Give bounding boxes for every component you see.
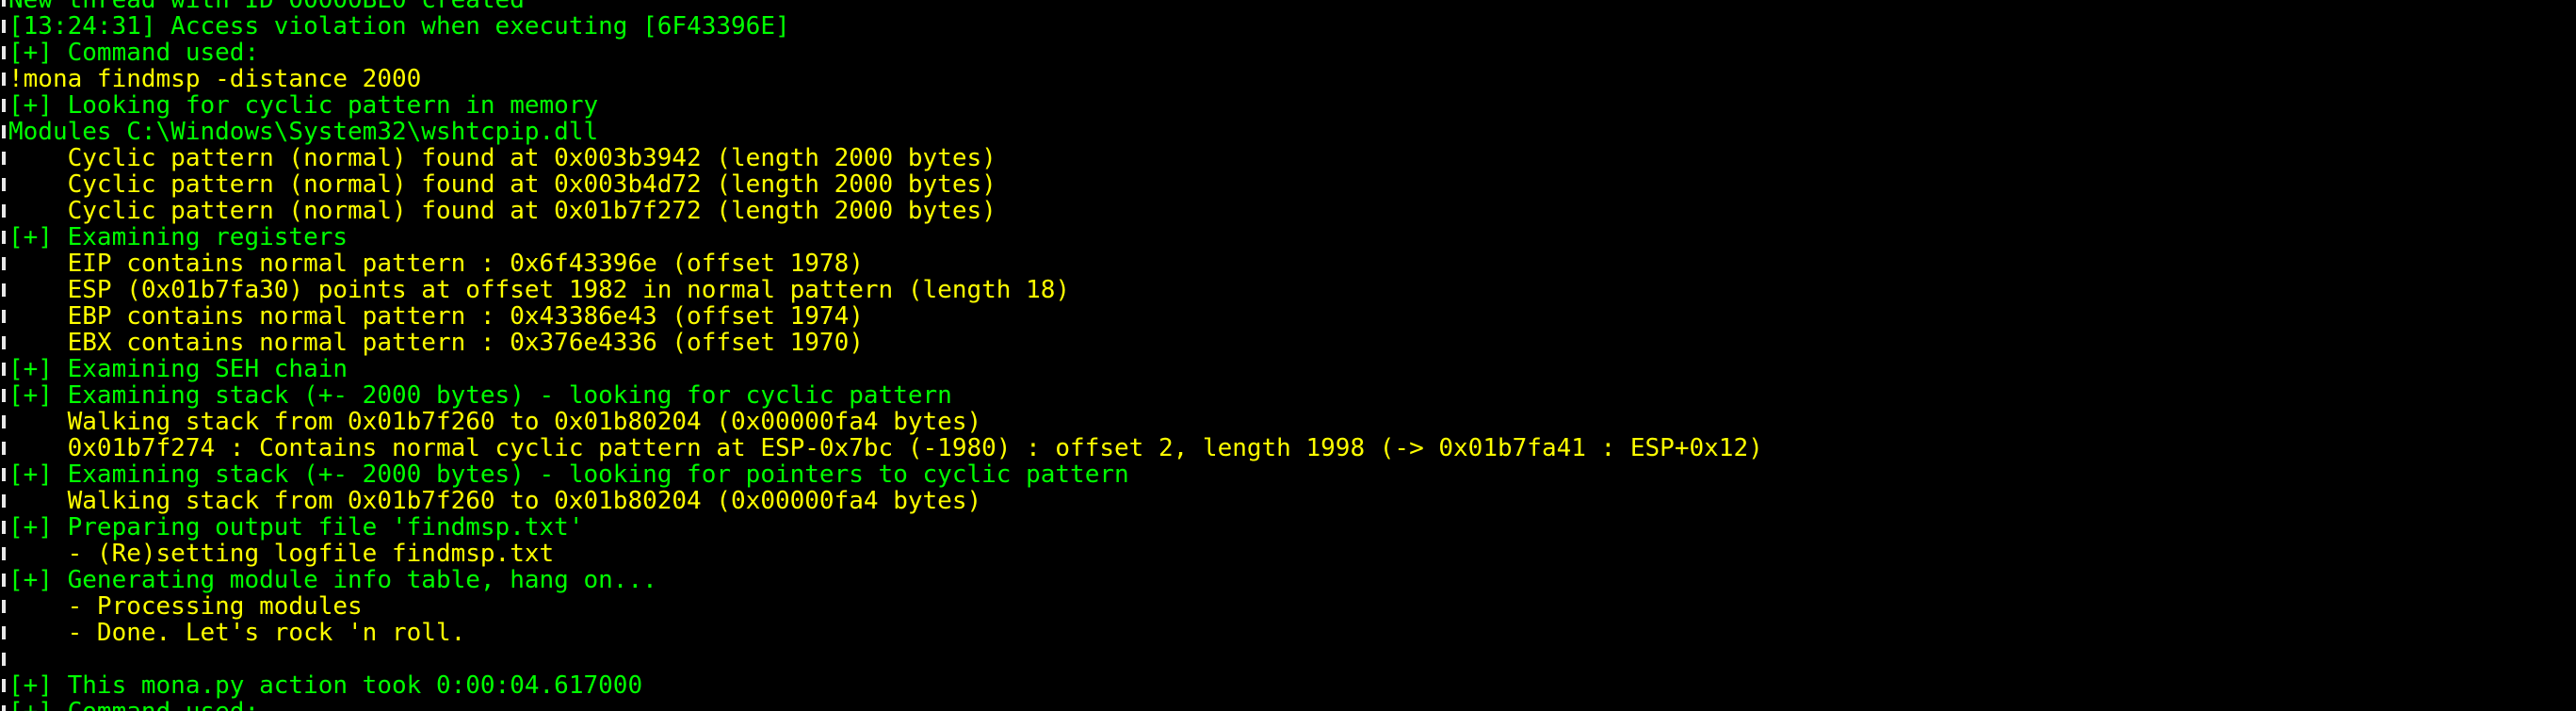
line-marker: [2, 231, 6, 244]
line-marker: [2, 99, 6, 112]
log-output[interactable]: New thread with ID 00000BE0 created [13:2…: [8, 0, 1763, 711]
line-marker: [2, 73, 6, 86]
line-marker: [2, 574, 6, 587]
line-marker: [2, 415, 6, 428]
log-line: [+] Examining registers: [8, 223, 348, 251]
line-marker: [2, 547, 6, 560]
log-line: Walking stack from 0x01b7f260 to 0x01b80…: [8, 487, 982, 515]
line-marker: [2, 442, 6, 455]
log-line: [8, 646, 1763, 672]
line-marker: [2, 125, 6, 138]
log-line: - Processing modules: [8, 592, 363, 621]
line-marker: [2, 494, 6, 508]
line-marker: [2, 521, 6, 534]
log-line: EBX contains normal pattern : 0x376e4336…: [8, 329, 864, 357]
line-marker: [2, 204, 6, 218]
log-line: [+] This mona.py action took 0:00:04.617…: [8, 671, 643, 700]
line-marker: [2, 310, 6, 323]
line-marker: [2, 468, 6, 481]
log-line: New thread with ID 00000BE0 created: [8, 0, 525, 14]
log-line: Cyclic pattern (normal) found at 0x003b3…: [8, 144, 996, 172]
log-line: [+] Examining stack (+- 2000 bytes) - lo…: [8, 461, 1129, 489]
log-line: ESP (0x01b7fa30) points at offset 1982 i…: [8, 276, 1071, 304]
line-marker: [2, 336, 6, 349]
log-line: Walking stack from 0x01b7f260 to 0x01b80…: [8, 408, 982, 436]
line-marker: [2, 0, 6, 7]
log-line: [+] Looking for cyclic pattern in memory: [8, 91, 599, 120]
log-line: [+] Command used:: [8, 699, 1763, 711]
log-line: !mona findmsp -distance 2000: [8, 65, 422, 93]
line-marker: [2, 283, 6, 297]
debugger-log-window: New thread with ID 00000BE0 created [13:2…: [0, 0, 2576, 711]
line-marker: [2, 653, 6, 666]
log-line: 0x01b7f274 : Contains normal cyclic patt…: [8, 434, 1763, 462]
log-line: EBP contains normal pattern : 0x43386e43…: [8, 302, 864, 331]
line-marker: [2, 152, 6, 165]
line-marker: [2, 257, 6, 270]
log-line: [+] Examining SEH chain: [8, 355, 348, 383]
log-line: EIP contains normal pattern : 0x6f43396e…: [8, 250, 864, 278]
log-line: Modules C:\Windows\System32\wshtcpip.dll: [8, 118, 599, 146]
log-gutter: [0, 0, 8, 711]
log-line: Cyclic pattern (normal) found at 0x003b4…: [8, 170, 996, 199]
log-line: [+] Preparing output file 'findmsp.txt': [8, 513, 584, 541]
line-marker: [2, 705, 6, 711]
line-marker: [2, 626, 6, 639]
line-marker: [2, 363, 6, 376]
line-marker: [2, 600, 6, 613]
log-line: - Done. Let's rock 'n roll.: [8, 619, 466, 647]
log-line: [+] Command used:: [8, 39, 260, 67]
line-marker: [2, 178, 6, 191]
line-marker: [2, 46, 6, 59]
log-line: [13:24:31] Access violation when executi…: [8, 12, 790, 40]
log-line: - (Re)setting logfile findmsp.txt: [8, 540, 555, 568]
log-line: Cyclic pattern (normal) found at 0x01b7f…: [8, 197, 996, 225]
log-line: [+] Examining stack (+- 2000 bytes) - lo…: [8, 381, 952, 410]
line-marker: [2, 389, 6, 402]
line-marker: [2, 679, 6, 692]
line-marker: [2, 20, 6, 33]
log-line: [+] Generating module info table, hang o…: [8, 566, 657, 594]
